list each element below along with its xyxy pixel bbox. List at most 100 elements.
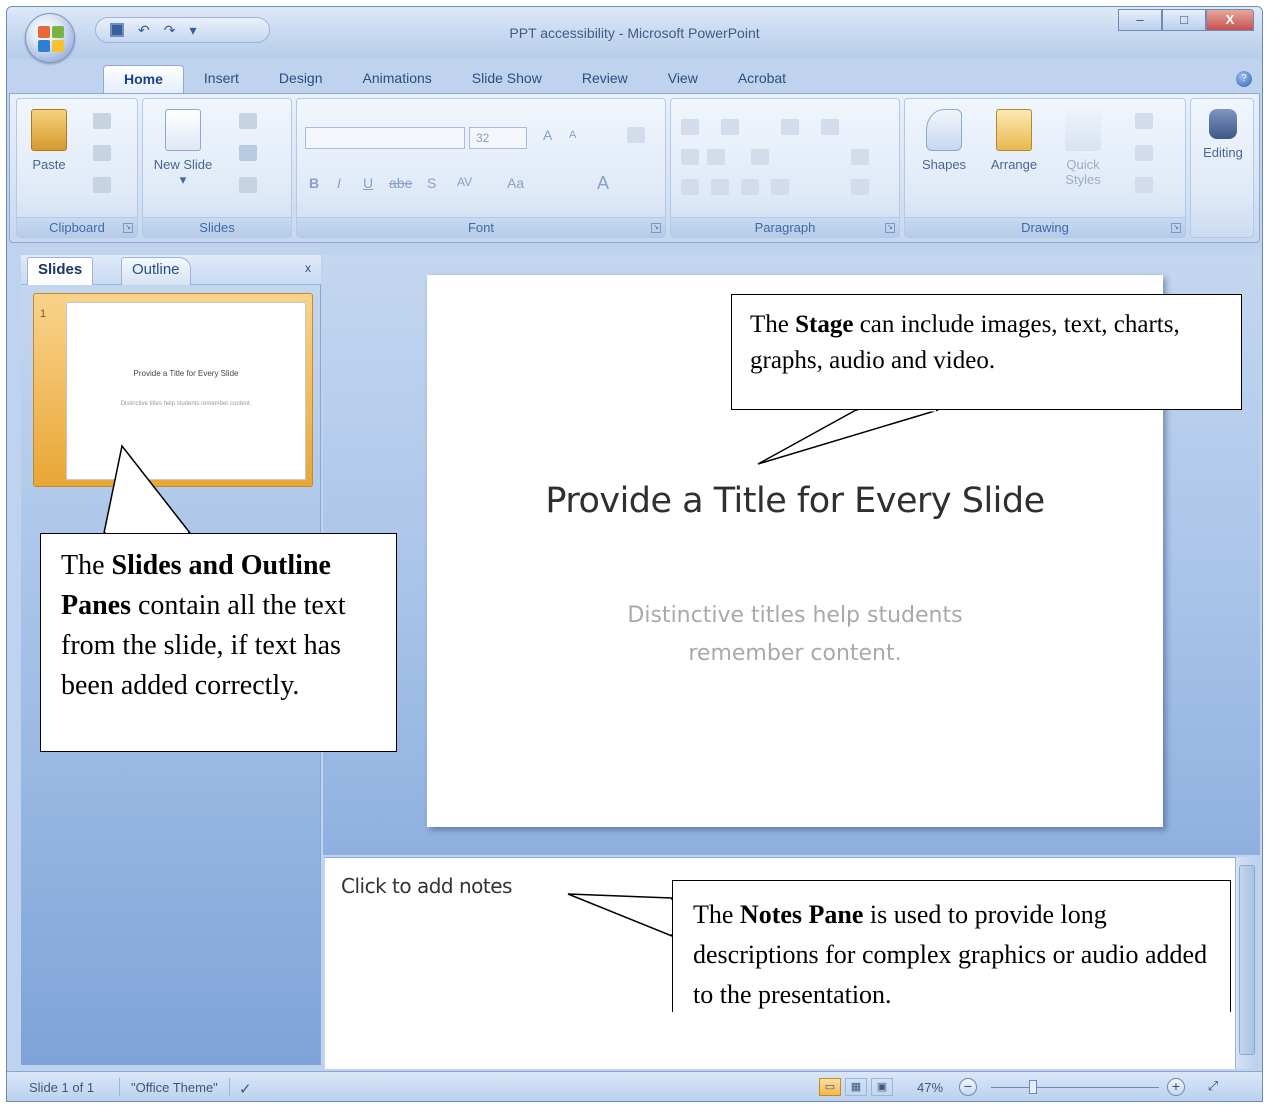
fit-to-window-icon[interactable]: ⤢	[1203, 1078, 1223, 1096]
underline-button[interactable]: U	[363, 175, 373, 191]
ribbon-tabs: Home Insert Design Animations Slide Show…	[103, 65, 806, 93]
tab-acrobat[interactable]: Acrobat	[718, 65, 806, 93]
clipboard-group: Paste Clipboard ↘	[16, 98, 138, 238]
editing-button[interactable]: Editing	[1197, 109, 1249, 160]
quick-styles-icon	[1065, 109, 1101, 151]
layout-icon[interactable]	[239, 113, 257, 129]
copy-icon[interactable]	[93, 145, 111, 161]
close-pane-icon[interactable]: x	[305, 261, 311, 275]
window-title: PPT accessibility - Microsoft PowerPoint	[509, 25, 760, 41]
justify-icon[interactable]	[771, 179, 789, 195]
window-controls: – □ X	[1118, 9, 1254, 31]
maximize-button[interactable]: □	[1162, 9, 1206, 31]
paragraph-group: Paragraph ↘	[670, 98, 900, 238]
office-button[interactable]	[25, 13, 75, 63]
thumbnail-subtitle: Distinctive titles help students remembe…	[120, 401, 252, 407]
font-group: 32 A A B I U abe S AV Aa A Font ↘	[296, 98, 666, 238]
font-name-select[interactable]	[305, 127, 465, 149]
text-direction-icon[interactable]	[821, 119, 839, 135]
bold-button[interactable]: B	[309, 175, 319, 191]
columns-icon[interactable]	[751, 149, 769, 165]
notes-placeholder[interactable]: Click to add notes	[341, 874, 512, 898]
shape-fill-icon[interactable]	[1135, 113, 1153, 129]
grow-font-button[interactable]: A	[543, 127, 552, 143]
scrollbar-thumb[interactable]	[1239, 865, 1255, 1055]
numbering-icon[interactable]	[721, 119, 739, 135]
new-slide-icon	[165, 109, 201, 151]
paragraph-label: Paragraph	[671, 217, 899, 237]
align-center-icon[interactable]	[711, 179, 729, 195]
clipboard-launcher-icon[interactable]: ↘	[123, 223, 133, 233]
tab-insert[interactable]: Insert	[184, 65, 259, 93]
character-spacing-button[interactable]: AV	[457, 175, 472, 189]
format-painter-icon[interactable]	[93, 177, 111, 193]
tab-review[interactable]: Review	[562, 65, 648, 93]
shadow-button[interactable]: S	[427, 175, 436, 191]
slide-title[interactable]: Provide a Title for Every Slide	[427, 481, 1163, 521]
italic-button[interactable]: I	[337, 175, 341, 191]
line-spacing-icon[interactable]	[781, 119, 799, 135]
slide-subtitle[interactable]: Distinctive titles help students remembe…	[427, 597, 1163, 673]
smartart-icon[interactable]	[851, 179, 869, 195]
drawing-group: Shapes Arrange Quick Styles Drawing ↘	[904, 98, 1186, 238]
tab-design[interactable]: Design	[259, 65, 343, 93]
decrease-indent-icon[interactable]	[681, 149, 699, 165]
tab-view[interactable]: View	[648, 65, 718, 93]
slide-sorter-icon[interactable]: ▦	[845, 1078, 867, 1096]
slide-thumbnail-selected[interactable]: 1 Provide a Title for Every Slide Distin…	[33, 293, 313, 487]
shape-outline-icon[interactable]	[1135, 145, 1153, 161]
increase-indent-icon[interactable]	[707, 149, 725, 165]
align-left-icon[interactable]	[681, 179, 699, 195]
cut-icon[interactable]	[93, 113, 111, 129]
spelling-check-icon[interactable]: ✓	[239, 1080, 252, 1098]
slides-group: New Slide ▾ Slides	[142, 98, 292, 238]
slide-count: Slide 1 of 1	[29, 1080, 95, 1095]
help-icon[interactable]: ?	[1236, 71, 1252, 87]
editing-group: Editing	[1190, 98, 1254, 238]
align-text-icon[interactable]	[851, 149, 869, 165]
shrink-font-button[interactable]: A	[569, 129, 576, 141]
quick-styles-button[interactable]: Quick Styles	[1055, 109, 1111, 187]
reset-icon[interactable]	[239, 145, 257, 161]
align-right-icon[interactable]	[741, 179, 759, 195]
slide-thumbnail[interactable]: Provide a Title for Every Slide Distinct…	[66, 302, 306, 480]
drawing-launcher-icon[interactable]: ↘	[1171, 223, 1181, 233]
zoom-level[interactable]: 47%	[917, 1080, 943, 1095]
change-case-button[interactable]: Aa	[507, 175, 524, 191]
slide-show-icon[interactable]: ▣	[871, 1078, 893, 1096]
normal-view-icon[interactable]: ▭	[819, 1078, 841, 1096]
paragraph-launcher-icon[interactable]: ↘	[885, 223, 895, 233]
tab-outline[interactable]: Outline	[121, 257, 191, 285]
tab-home[interactable]: Home	[103, 65, 184, 93]
zoom-slider[interactable]	[991, 1087, 1159, 1088]
zoom-slider-thumb[interactable]	[1029, 1080, 1037, 1094]
paste-button[interactable]: Paste	[23, 109, 75, 172]
zoom-out-icon[interactable]: −	[959, 1078, 977, 1096]
new-slide-button[interactable]: New Slide ▾	[153, 109, 213, 188]
clear-formatting-icon[interactable]	[627, 127, 645, 143]
font-launcher-icon[interactable]: ↘	[651, 223, 661, 233]
tab-slides[interactable]: Slides	[27, 257, 94, 285]
delete-slide-icon[interactable]	[239, 177, 257, 193]
font-color-button[interactable]: A	[597, 173, 609, 194]
close-button[interactable]: X	[1206, 9, 1254, 31]
font-size-select[interactable]: 32	[469, 127, 527, 149]
title-bar: ↶ ↷ ▾ PPT accessibility - Microsoft Powe…	[7, 7, 1262, 59]
tab-animations[interactable]: Animations	[343, 65, 452, 93]
strikethrough-button[interactable]: abe	[389, 175, 412, 191]
binoculars-icon	[1209, 109, 1237, 139]
bullets-icon[interactable]	[681, 119, 699, 135]
minimize-button[interactable]: –	[1118, 9, 1162, 31]
notes-callout: The Notes Pane is used to provide long d…	[672, 880, 1231, 1012]
theme-name: "Office Theme"	[131, 1080, 218, 1095]
arrange-button[interactable]: Arrange	[981, 109, 1047, 172]
arrange-icon	[996, 109, 1032, 151]
shapes-button[interactable]: Shapes	[913, 109, 975, 172]
zoom-in-icon[interactable]: +	[1167, 1078, 1185, 1096]
pane-tabs: Slides Outline x	[21, 255, 321, 285]
shape-effects-icon[interactable]	[1135, 177, 1153, 193]
slide-number: 1	[40, 308, 47, 320]
notes-scrollbar[interactable]	[1235, 857, 1258, 1069]
tab-slide-show[interactable]: Slide Show	[452, 65, 562, 93]
font-label: Font	[297, 217, 665, 237]
